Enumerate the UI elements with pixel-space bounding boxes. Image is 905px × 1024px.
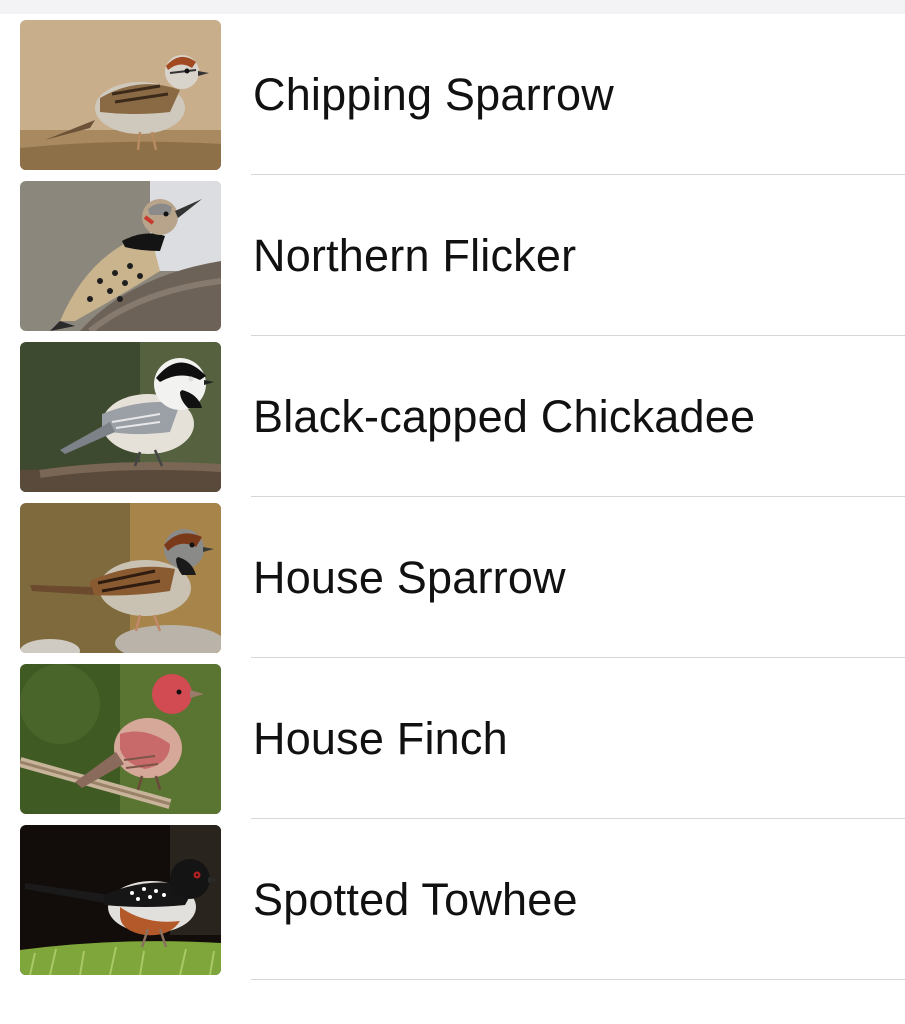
- bird-name: House Sparrow: [253, 551, 566, 603]
- bird-list: Chipping Sparrow Northern Flicker Black-…: [0, 14, 905, 980]
- bird-list-item[interactable]: Northern Flicker: [0, 175, 905, 336]
- bird-name: Northern Flicker: [253, 229, 577, 281]
- bird-thumbnail: [20, 342, 221, 492]
- bird-name: Chipping Sparrow: [253, 68, 614, 120]
- bird-list-item[interactable]: Black-capped Chickadee: [0, 336, 905, 497]
- status-bar-strip: [0, 0, 905, 14]
- bird-name: Black-capped Chickadee: [253, 390, 756, 442]
- bird-list-item[interactable]: Spotted Towhee: [0, 819, 905, 980]
- bird-name: House Finch: [253, 712, 508, 764]
- bird-thumbnail: [20, 20, 221, 170]
- bird-name: Spotted Towhee: [253, 873, 578, 925]
- bird-thumbnail: [20, 181, 221, 331]
- bird-list-item[interactable]: House Finch: [0, 658, 905, 819]
- bird-thumbnail: [20, 503, 221, 653]
- row-divider: [251, 979, 905, 980]
- bird-thumbnail: [20, 664, 221, 814]
- bird-list-item[interactable]: Chipping Sparrow: [0, 14, 905, 175]
- bird-thumbnail: [20, 825, 221, 975]
- bird-list-item[interactable]: House Sparrow: [0, 497, 905, 658]
